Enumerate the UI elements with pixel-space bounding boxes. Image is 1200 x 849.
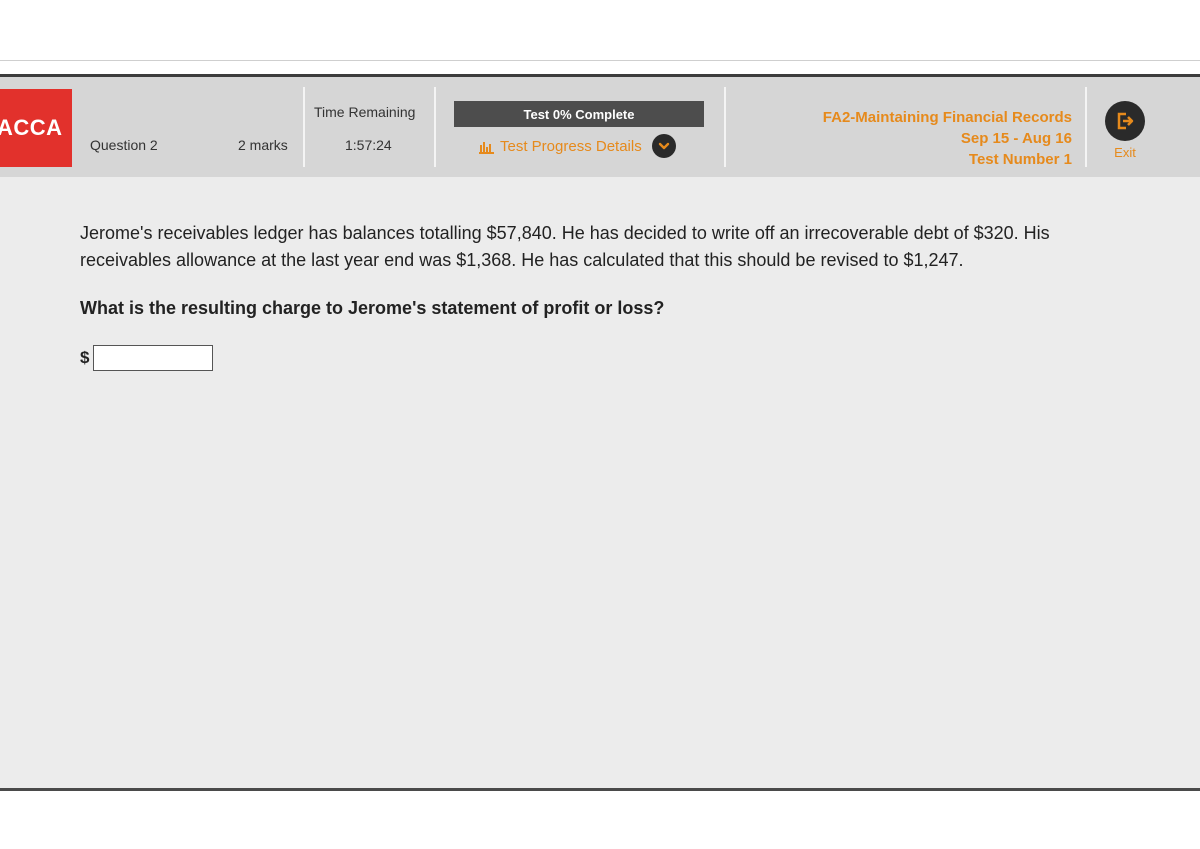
- exit-label: Exit: [1114, 145, 1136, 160]
- answer-input[interactable]: [93, 345, 214, 371]
- divider: [303, 87, 305, 167]
- time-remaining-value: 1:57:24: [345, 137, 392, 153]
- bar-chart-icon: [479, 141, 494, 154]
- divider: [1085, 87, 1087, 167]
- question-text: Jerome's receivables ledger has balances…: [80, 223, 1050, 270]
- currency-symbol: $: [80, 348, 90, 367]
- acca-logo: ACCA: [0, 89, 72, 167]
- question-marks: 2 marks: [238, 137, 288, 153]
- exam-session: Sep 15 - Aug 16: [960, 130, 1072, 147]
- chevron-down-icon[interactable]: [651, 134, 676, 158]
- top-rule: [0, 60, 1200, 61]
- test-progress-details-link[interactable]: Test Progress Details: [479, 134, 676, 158]
- test-progress-details-label: Test Progress Details: [500, 137, 642, 155]
- exam-title: FA2-Maintaining Financial Records: [822, 109, 1072, 126]
- question-content: Jerome's receivables ledger has balances…: [80, 220, 1080, 371]
- test-progress-bar: Test 0% Complete: [454, 101, 704, 127]
- answer-row: $: [80, 345, 1080, 371]
- time-remaining-label: Time Remaining: [314, 104, 416, 120]
- question-number: Question 2: [90, 137, 158, 153]
- exam-test-number: Test Number 1: [968, 151, 1072, 168]
- exam-window: ACCA Question 2 2 marks Time Remaining 1…: [0, 74, 1200, 791]
- divider: [434, 87, 436, 167]
- divider: [724, 87, 726, 167]
- exam-header: ACCA Question 2 2 marks Time Remaining 1…: [0, 77, 1200, 177]
- question-prompt: What is the resulting charge to Jerome's…: [80, 298, 665, 318]
- exit-icon: [1105, 101, 1145, 141]
- exit-button[interactable]: Exit: [1104, 101, 1146, 161]
- exam-info: FA2-Maintaining Financial Records Sep 15…: [823, 107, 1072, 170]
